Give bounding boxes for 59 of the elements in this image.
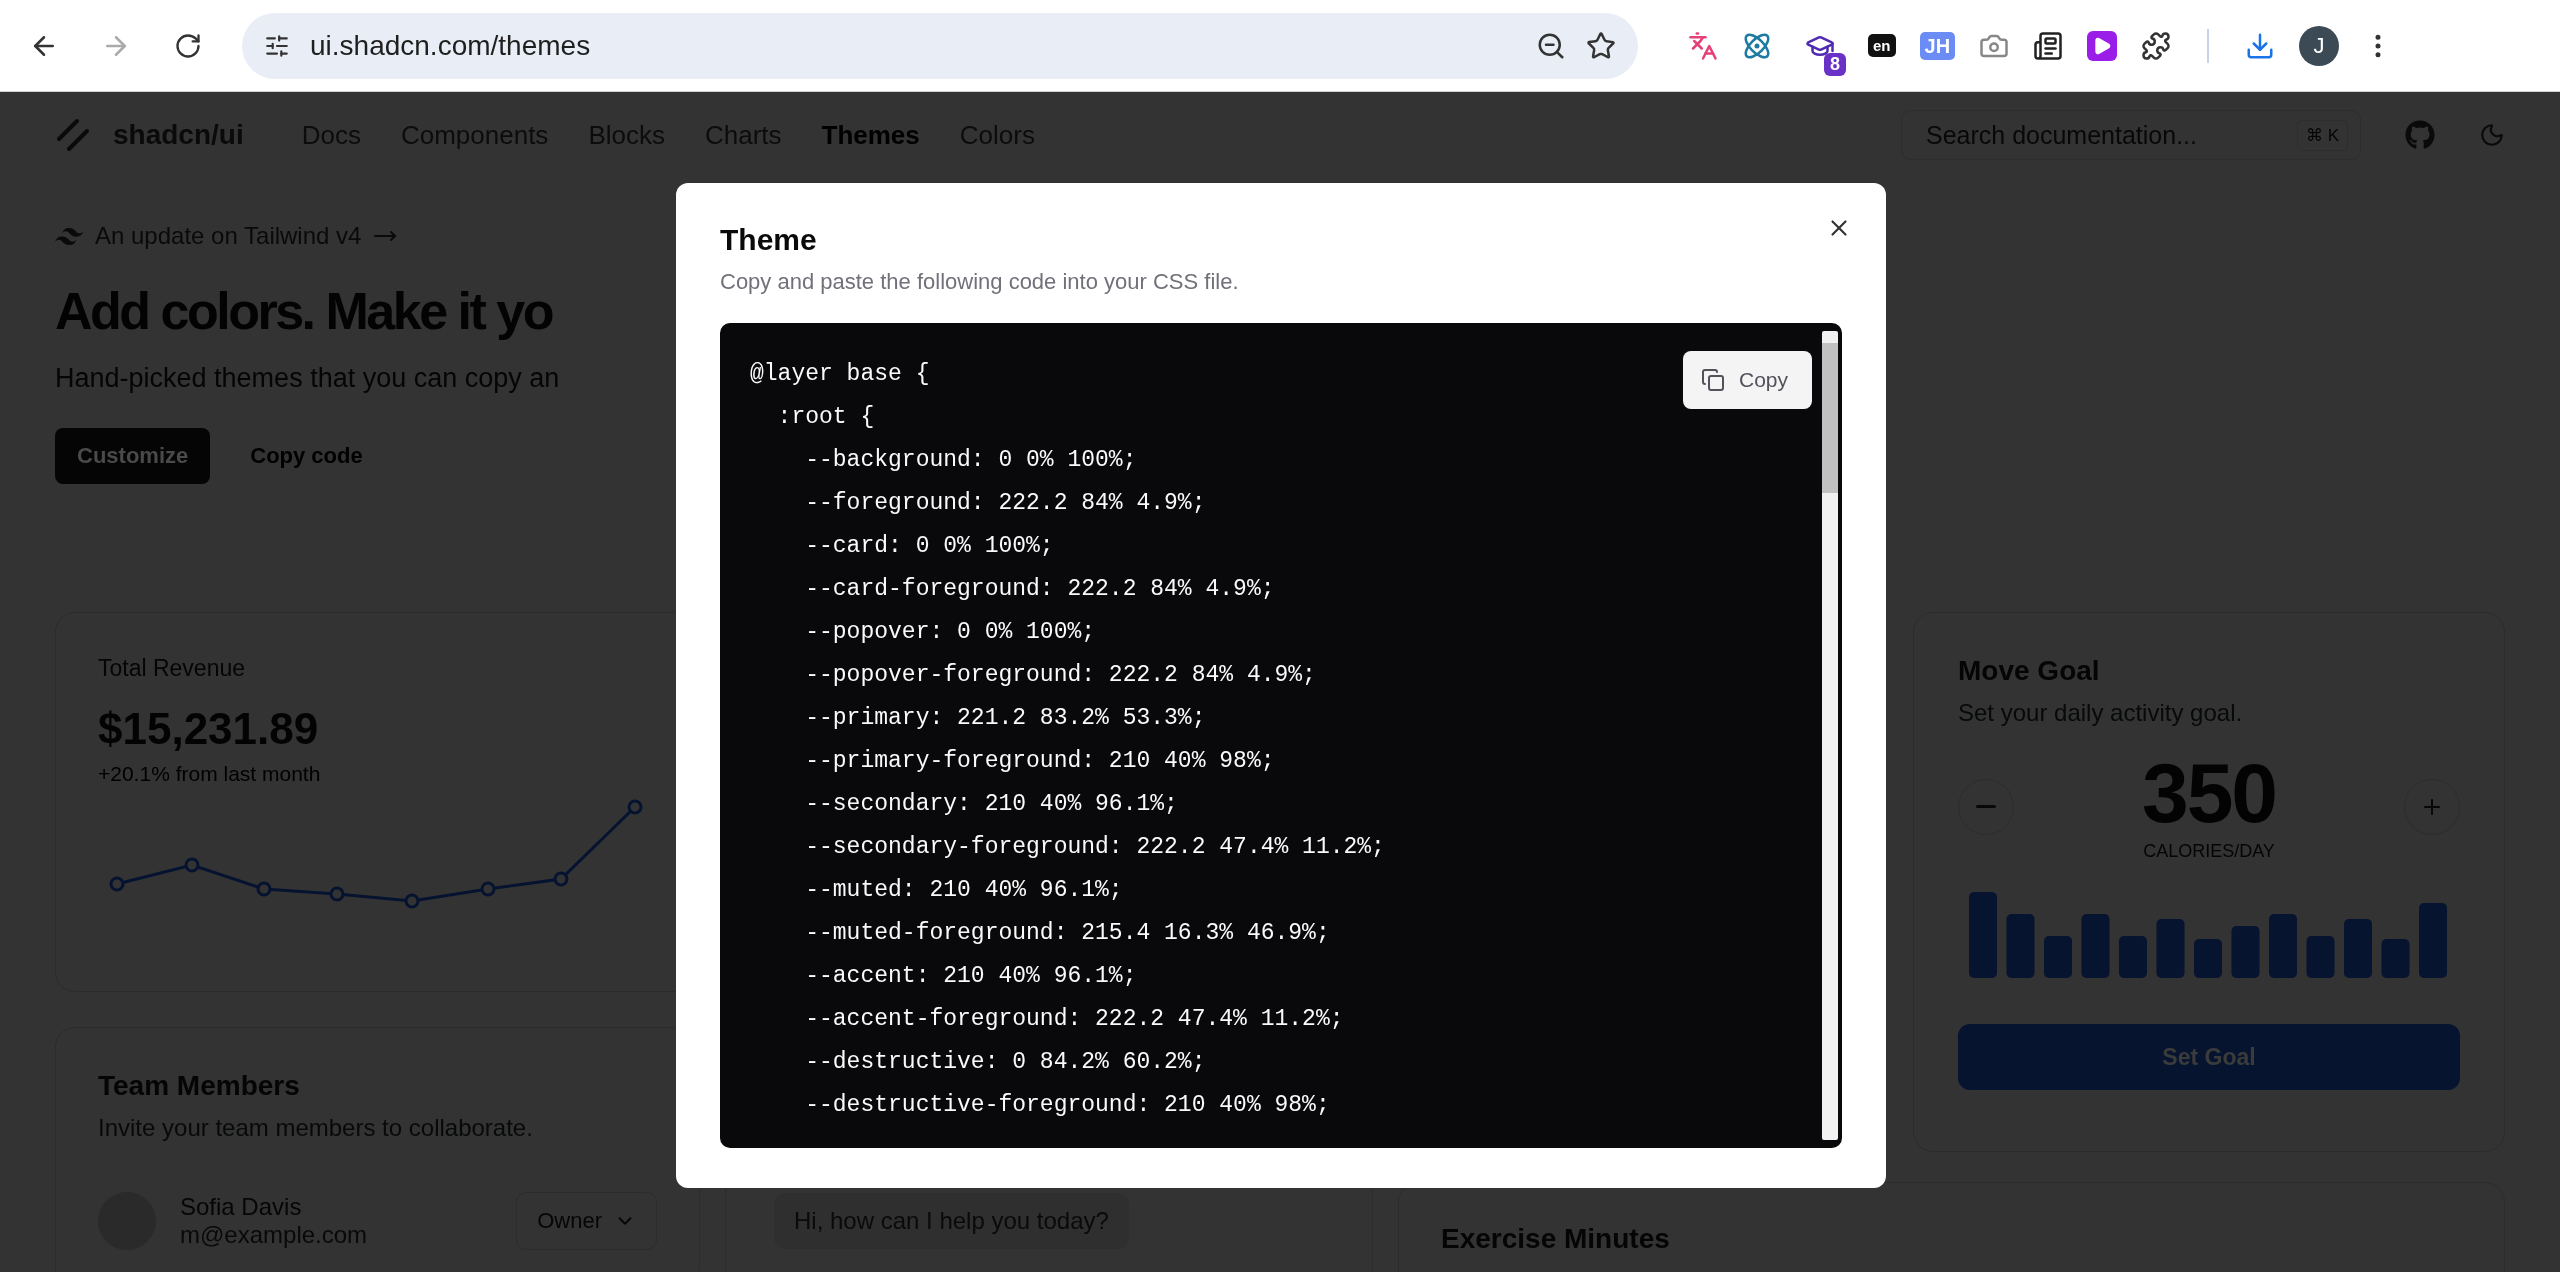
sparkline-point [480, 881, 496, 897]
code-line: --destructive-foreground: 210 40% 98%; [804, 1091, 1330, 1120]
site-settings-icon[interactable] [264, 32, 290, 59]
sparkline-point [627, 799, 643, 815]
extension-label[interactable]: JH [1919, 31, 1956, 60]
code-line: --muted: 210 40% 96.1%; [804, 876, 1123, 905]
activity-bar [2344, 919, 2372, 978]
activity-bar [2119, 936, 2147, 978]
sparkline-point [256, 881, 272, 897]
activity-bar [2269, 914, 2297, 978]
minus-icon [1976, 805, 1996, 808]
translate-icon[interactable] [1688, 30, 1718, 61]
code-line: --accent: 210 40% 96.1%; [804, 962, 1137, 991]
code-line: :root { [776, 403, 875, 432]
copy-icon [1700, 368, 1725, 392]
code-line: --card-foreground: 222.2 84% 4.9%; [804, 575, 1275, 604]
code-line: --accent-foreground: 222.2 47.4% 11.2%; [804, 1005, 1344, 1034]
code-line: --secondary-foreground: 222.2 47.4% 11.2%; [804, 833, 1385, 862]
code-line: --popover: 0 0% 100%; [804, 618, 1096, 647]
sparkline-point [553, 871, 569, 887]
extension-label[interactable]: en [1868, 34, 1896, 57]
code-line: --background: 0 0% 100%; [804, 446, 1137, 475]
sparkline-point [329, 886, 345, 902]
extensions-icon[interactable] [2141, 30, 2172, 61]
activity-bar [2081, 914, 2110, 978]
code-line: --primary: 221.2 83.2% 53.3%; [804, 704, 1206, 733]
code-line: --destructive: 0 84.2% 60.2%; [804, 1048, 1206, 1077]
activity-bar [2006, 914, 2035, 978]
url-text: ui.shadcn.com/themes [310, 29, 592, 62]
play-icon[interactable] [2087, 30, 2118, 61]
code-line: --foreground: 222.2 84% 4.9%; [804, 489, 1206, 518]
tailwind-icon [55, 227, 83, 245]
reload-icon[interactable] [174, 31, 202, 60]
scrollbar[interactable] [1822, 331, 1838, 1140]
copy-button[interactable]: Copy [1682, 351, 1812, 409]
dialog-description: Copy and paste the following code into your CSS file. [720, 269, 1240, 295]
activity-bar [2306, 936, 2335, 978]
activity-bar [2156, 919, 2185, 978]
address-bar[interactable]: ui.shadcn.com/themes [242, 12, 1638, 79]
code-line: @layer base { [750, 360, 930, 389]
activity-bar [2231, 926, 2260, 978]
sparkline-point [109, 876, 125, 892]
code-line: --popover-foreground: 222.2 84% 4.9%; [804, 661, 1316, 690]
extension-badge: 8 [1824, 52, 1846, 76]
activity-bar [2194, 939, 2222, 978]
activity-bar [2381, 939, 2410, 978]
code-line: --muted-foreground: 215.4 16.3% 46.9%; [804, 919, 1330, 948]
bookmark-star-icon[interactable] [1586, 30, 1616, 61]
code-line: --secondary: 210 40% 96.1%; [804, 790, 1178, 819]
profile-avatar[interactable]: J [2299, 25, 2340, 66]
activity-bar [2044, 936, 2072, 978]
newspaper-icon[interactable] [2033, 30, 2064, 61]
sparkline-point [404, 893, 420, 909]
sparkline-point [184, 857, 200, 873]
dialog-title: Theme [720, 223, 818, 257]
code-line: --primary-foreground: 210 40% 98%; [804, 747, 1275, 776]
customize-button[interactable]: Customize [55, 428, 211, 484]
code-line: --card: 0 0% 100%; [804, 532, 1054, 561]
atom-icon[interactable] [1742, 30, 1772, 61]
